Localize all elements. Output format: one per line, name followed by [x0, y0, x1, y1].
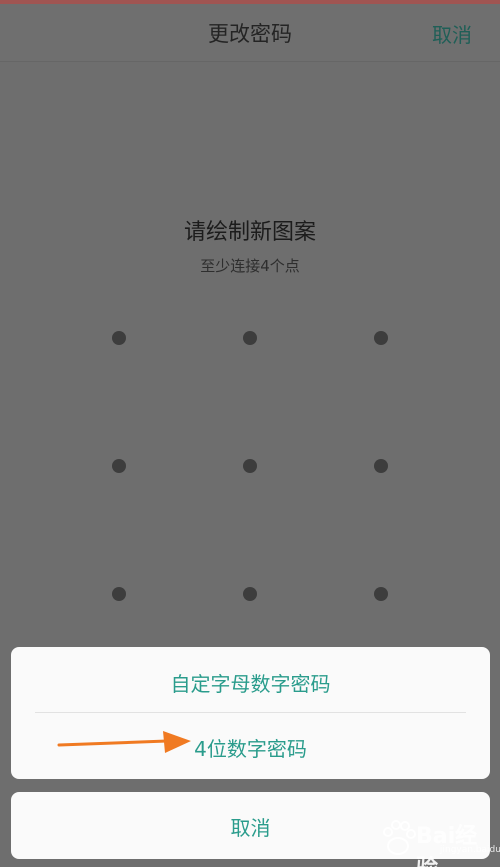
pattern-dot-6[interactable] — [374, 459, 388, 473]
page-title: 更改密码 — [208, 22, 292, 46]
action-sheet: 自定字母数字密码 4位数字密码 — [11, 647, 490, 779]
pattern-prompt-title: 请绘制新图案 — [183, 220, 316, 245]
pattern-dot-5[interactable] — [243, 459, 257, 473]
pattern-dot-9[interactable] — [374, 587, 388, 601]
pattern-dot-3[interactable] — [374, 331, 388, 345]
pattern-prompt-subtitle: 至少连接4个点 — [200, 257, 300, 275]
pattern-dot-7[interactable] — [112, 587, 126, 601]
watermark-text: Bai经验 — [416, 824, 478, 867]
header-bar: 更改密码 取消 — [0, 4, 500, 62]
baidu-paw-icon — [383, 820, 416, 855]
header-cancel-button[interactable]: 取消 — [432, 19, 472, 48]
sheet-divider — [35, 712, 466, 713]
pattern-dot-2[interactable] — [243, 331, 257, 345]
baidu-watermark: Bai经验 jingyan.baidu.com — [378, 812, 500, 867]
watermark-subtext: jingyan.baidu.com — [440, 845, 500, 855]
pattern-dot-8[interactable] — [243, 587, 257, 601]
pattern-dot-4[interactable] — [112, 459, 126, 473]
annotation-arrow-icon — [57, 731, 191, 753]
option-alphanumeric-password[interactable]: 自定字母数字密码 — [11, 668, 490, 697]
pattern-dot-1[interactable] — [112, 331, 126, 345]
